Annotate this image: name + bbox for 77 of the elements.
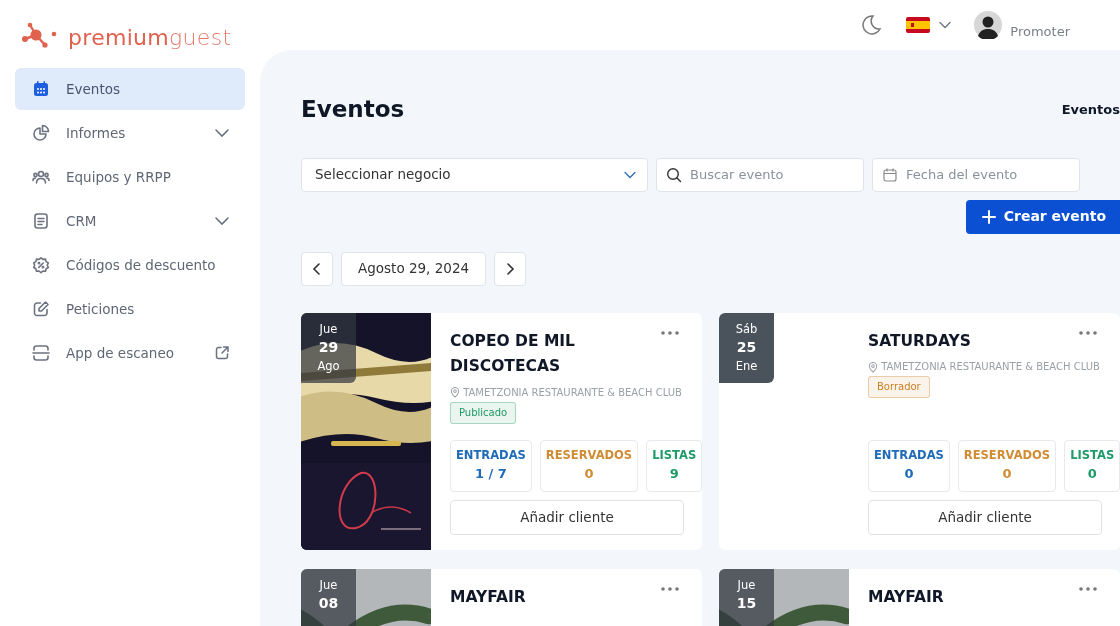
document-icon [32, 212, 50, 230]
stat-value: 0 [1087, 465, 1097, 484]
calendar-icon [32, 80, 50, 98]
calendar-icon [882, 166, 898, 183]
spain-flag-icon [906, 17, 931, 33]
chevron-right-icon [505, 262, 516, 275]
sidebar-item[interactable]: App de escaneo [15, 332, 245, 374]
status-tag: Publicado [450, 401, 517, 424]
stat-value: 0 [1002, 465, 1012, 484]
add-client-button[interactable]: Añadir cliente [450, 499, 684, 535]
moon-icon[interactable] [860, 14, 883, 36]
event-title: MAYFAIR [868, 586, 944, 608]
weekday-label: Jue [318, 576, 339, 594]
venue-text: TAMETZONIA RESTAURANTE & BEACH CLUB [868, 358, 1102, 377]
breadcrumb-item[interactable]: Eventos [1061, 100, 1120, 120]
chevron-down-icon [938, 20, 953, 30]
location-pin-icon [450, 387, 460, 399]
event-title: COPEO DE MIL DISCOTECAS [450, 330, 576, 378]
stat-label: LISTAS [652, 447, 697, 465]
sidebar-item[interactable]: Códigos de descuento [15, 244, 245, 286]
scan-icon [32, 344, 50, 362]
more-options-icon[interactable] [660, 329, 680, 336]
weekday-label: Jue [736, 576, 757, 594]
people-icon [32, 168, 50, 186]
more-options-icon[interactable] [1078, 585, 1098, 592]
month-label: Ago [316, 357, 341, 375]
plus-icon [981, 209, 996, 224]
stat-value: 9 [669, 465, 679, 484]
stat-label: RESERVADOS [545, 447, 633, 465]
create-event-button[interactable]: Crear evento [965, 199, 1120, 234]
chevron-down-icon [214, 215, 230, 227]
sidebar-item[interactable]: Informes [15, 112, 245, 154]
brand-name: premiumguest [68, 23, 232, 52]
next-button[interactable] [494, 251, 527, 286]
chevron-left-icon [312, 262, 322, 275]
day-number: 15 [735, 594, 758, 614]
month-label: Ene [734, 357, 759, 375]
weekday-label: Sáb [734, 320, 759, 338]
sidebar-item[interactable]: Peticiones [15, 288, 245, 330]
day-number: 08 [317, 594, 340, 614]
day-number: 25 [735, 338, 758, 358]
search-icon [666, 166, 682, 183]
weekday-label: Jue [318, 320, 339, 338]
chevron-down-icon [623, 169, 637, 180]
chevron-down-icon [214, 127, 230, 139]
stat-value: 1 / 7 [474, 465, 507, 484]
day-number: 29 [317, 338, 340, 358]
stat-label: ENTRADAS [456, 447, 526, 465]
event-title: SATURDAYS [868, 330, 971, 352]
location-pin-icon [868, 361, 878, 373]
previous-button[interactable] [301, 251, 333, 286]
external-link-icon [214, 345, 230, 361]
search-field[interactable]: Buscar evento [656, 157, 864, 192]
event-title: MAYFAIR [450, 586, 526, 608]
sidebar-item[interactable]: Equipos y RRPP [15, 156, 245, 198]
edit-icon [32, 300, 50, 318]
stat-value: 0 [904, 465, 914, 484]
stat-label: RESERVADOS [963, 447, 1051, 465]
language-selector[interactable] [906, 17, 953, 33]
status-tag: Borrador [868, 376, 930, 399]
stat-value: 0 [584, 465, 594, 484]
add-client-button[interactable]: Añadir cliente [868, 499, 1102, 535]
current-date[interactable]: Agosto 29, 2024 [341, 251, 487, 286]
pie-chart-icon [32, 124, 50, 142]
user-role: Promoter [1010, 23, 1070, 42]
sidebar-item[interactable]: CRM [15, 200, 245, 242]
sidebar-item[interactable]: Eventos [15, 68, 245, 110]
discount-badge-icon [32, 256, 50, 274]
date-field[interactable]: Fecha del evento [872, 157, 1080, 192]
stat-label: LISTAS [1070, 447, 1115, 465]
stat-label: ENTRADAS [874, 447, 944, 465]
business-select[interactable]: Seleccionar negocio [301, 157, 648, 192]
venue-text: TAMETZONIA RESTAURANTE & BEACH CLUB [450, 383, 684, 402]
page-title: Eventos [301, 96, 405, 124]
more-options-icon[interactable] [1078, 329, 1098, 336]
avatar-icon[interactable] [974, 11, 1003, 39]
more-options-icon[interactable] [660, 585, 680, 592]
